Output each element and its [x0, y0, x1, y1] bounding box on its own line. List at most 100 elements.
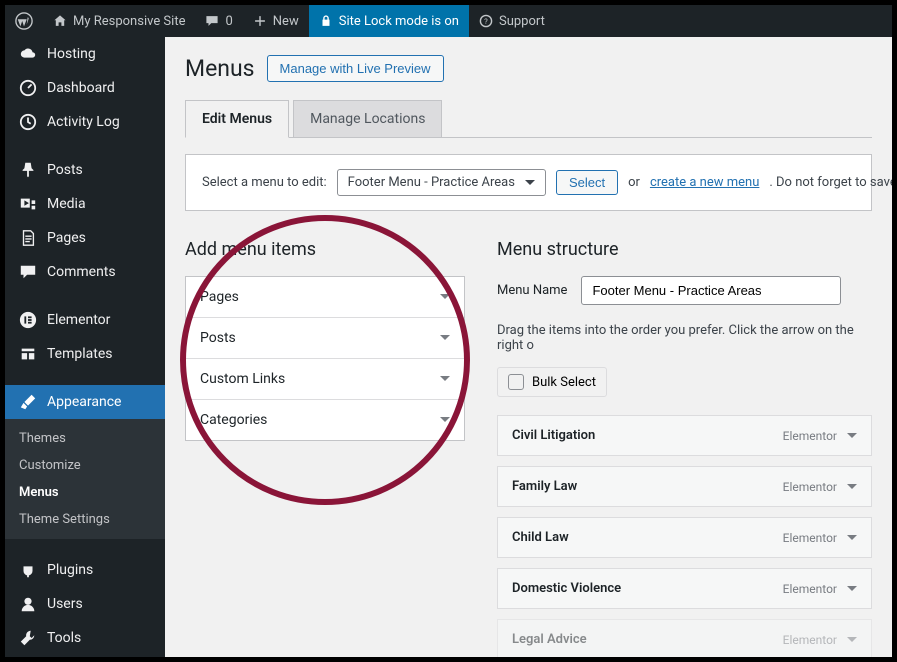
- chevron-down-icon: [847, 637, 857, 647]
- menu-name-row: Menu Name: [497, 276, 872, 305]
- sidebar-sub-themes[interactable]: Themes: [5, 425, 165, 452]
- page-title: Menus: [185, 55, 255, 82]
- menu-item-type: Elementor: [783, 633, 837, 647]
- bulk-select-toggle[interactable]: Bulk Select: [497, 367, 607, 397]
- bulk-select-label: Bulk Select: [532, 375, 596, 390]
- menu-select-dropdown[interactable]: Footer Menu - Practice Areas: [337, 169, 546, 196]
- main-content: Menus Manage with Live Preview Edit Menu…: [165, 37, 892, 657]
- sidebar-item-pages[interactable]: Pages: [5, 221, 165, 255]
- sidebar-item-elementor[interactable]: Elementor: [5, 303, 165, 337]
- sidebar-sub-theme-settings[interactable]: Theme Settings: [5, 506, 165, 533]
- menu-structure-title: Menu structure: [497, 239, 872, 260]
- elementor-icon: [19, 311, 37, 329]
- sidebar-item-comments[interactable]: Comments: [5, 255, 165, 289]
- sidebar-item-hosting[interactable]: Hosting: [5, 37, 165, 71]
- support-label: Support: [499, 14, 545, 29]
- admin-sidebar: Hosting Dashboard Activity Log Posts Med…: [5, 37, 165, 657]
- sidebar-item-users[interactable]: Users: [5, 587, 165, 621]
- wp-logo[interactable]: [5, 5, 43, 37]
- accordion-custom-links[interactable]: Custom Links: [186, 359, 464, 400]
- menu-item[interactable]: Domestic Violence Elementor: [497, 568, 872, 609]
- menu-item[interactable]: Child Law Elementor: [497, 517, 872, 558]
- sidebar-item-label: Posts: [47, 162, 83, 178]
- tabs: Edit Menus Manage Locations: [185, 100, 872, 138]
- accordion-label: Posts: [200, 330, 236, 346]
- site-link[interactable]: My Responsive Site: [43, 5, 195, 37]
- sidebar-item-activity[interactable]: Activity Log: [5, 105, 165, 139]
- cloud-icon: [19, 45, 37, 63]
- accordion-posts[interactable]: Posts: [186, 318, 464, 359]
- site-name-label: My Responsive Site: [73, 14, 185, 29]
- clock-icon: [19, 113, 37, 131]
- dashboard-icon: [19, 79, 37, 97]
- menu-item[interactable]: Family Law Elementor: [497, 466, 872, 507]
- svg-text:?: ?: [484, 17, 488, 26]
- plug-icon: [19, 561, 37, 579]
- sidebar-item-label: Templates: [47, 346, 113, 362]
- comments-count: 0: [225, 14, 232, 29]
- support-link[interactable]: ? Support: [469, 5, 555, 37]
- wordpress-icon: [15, 12, 33, 30]
- sidebar-item-label: Activity Log: [47, 114, 120, 130]
- help-icon: ?: [479, 14, 493, 28]
- comments-link[interactable]: 0: [195, 5, 242, 37]
- live-preview-button[interactable]: Manage with Live Preview: [267, 55, 444, 82]
- site-lock-label: Site Lock mode is on: [339, 14, 459, 29]
- chevron-down-icon: [847, 535, 857, 545]
- accordion-pages[interactable]: Pages: [186, 277, 464, 318]
- menu-name-label: Menu Name: [497, 283, 567, 298]
- accordion-label: Pages: [200, 289, 239, 305]
- menu-item-title: Civil Litigation: [512, 428, 595, 443]
- menu-item[interactable]: Legal Advice Elementor: [497, 619, 872, 657]
- sidebar-submenu: Themes Customize Menus Theme Settings: [5, 419, 165, 539]
- menu-item-type: Elementor: [783, 531, 837, 545]
- wrench-icon: [19, 629, 37, 647]
- menu-columns: Add menu items Pages Posts Custom Links …: [185, 239, 872, 657]
- menu-name-input[interactable]: [581, 276, 841, 305]
- remember-text: . Do not forget to save your: [769, 175, 892, 190]
- chevron-down-icon: [847, 484, 857, 494]
- pages-icon: [19, 229, 37, 247]
- sidebar-item-media[interactable]: Media: [5, 187, 165, 221]
- sidebar-item-dashboard[interactable]: Dashboard: [5, 71, 165, 105]
- add-items-accordion: Pages Posts Custom Links Categories: [185, 276, 465, 441]
- menu-select-bar: Select a menu to edit: Footer Menu - Pra…: [185, 154, 872, 211]
- plus-icon: [253, 14, 267, 28]
- select-prompt: Select a menu to edit:: [202, 175, 327, 190]
- new-link[interactable]: New: [243, 5, 309, 37]
- sidebar-sub-menus[interactable]: Menus: [5, 479, 165, 506]
- sidebar-item-label: Dashboard: [47, 80, 115, 96]
- menu-item-title: Legal Advice: [512, 632, 587, 647]
- lock-icon: [319, 14, 333, 28]
- menu-item[interactable]: Civil Litigation Elementor: [497, 415, 872, 456]
- chevron-down-icon: [440, 417, 450, 427]
- comment-icon: [205, 14, 219, 28]
- accordion-categories[interactable]: Categories: [186, 400, 464, 440]
- sidebar-item-label: Media: [47, 196, 86, 212]
- create-menu-link[interactable]: create a new menu: [650, 175, 759, 190]
- sidebar-item-label: Tools: [47, 630, 81, 646]
- sidebar-sub-customize[interactable]: Customize: [5, 452, 165, 479]
- dropdown-value: Footer Menu - Practice Areas: [348, 175, 515, 190]
- chevron-down-icon: [440, 376, 450, 386]
- sidebar-item-label: Plugins: [47, 562, 93, 578]
- select-button[interactable]: Select: [556, 170, 618, 195]
- menu-item-title: Family Law: [512, 479, 577, 494]
- tab-edit-menus[interactable]: Edit Menus: [185, 100, 289, 138]
- sidebar-item-posts[interactable]: Posts: [5, 153, 165, 187]
- tab-manage-locations[interactable]: Manage Locations: [293, 100, 442, 137]
- sidebar-item-plugins[interactable]: Plugins: [5, 553, 165, 587]
- sidebar-item-label: Comments: [47, 264, 116, 280]
- templates-icon: [19, 345, 37, 363]
- site-lock-link[interactable]: Site Lock mode is on: [309, 5, 469, 37]
- sidebar-item-tools[interactable]: Tools: [5, 621, 165, 655]
- menu-item-title: Child Law: [512, 530, 569, 545]
- drag-instructions: Drag the items into the order you prefer…: [497, 323, 872, 353]
- menu-structure-column: Menu structure Menu Name Drag the items …: [497, 239, 872, 657]
- sidebar-item-templates[interactable]: Templates: [5, 337, 165, 371]
- accordion-label: Custom Links: [200, 371, 285, 387]
- or-text: or: [628, 175, 640, 190]
- sidebar-item-appearance[interactable]: Appearance: [5, 385, 165, 419]
- chevron-down-icon: [847, 433, 857, 443]
- menu-item-type: Elementor: [783, 582, 837, 596]
